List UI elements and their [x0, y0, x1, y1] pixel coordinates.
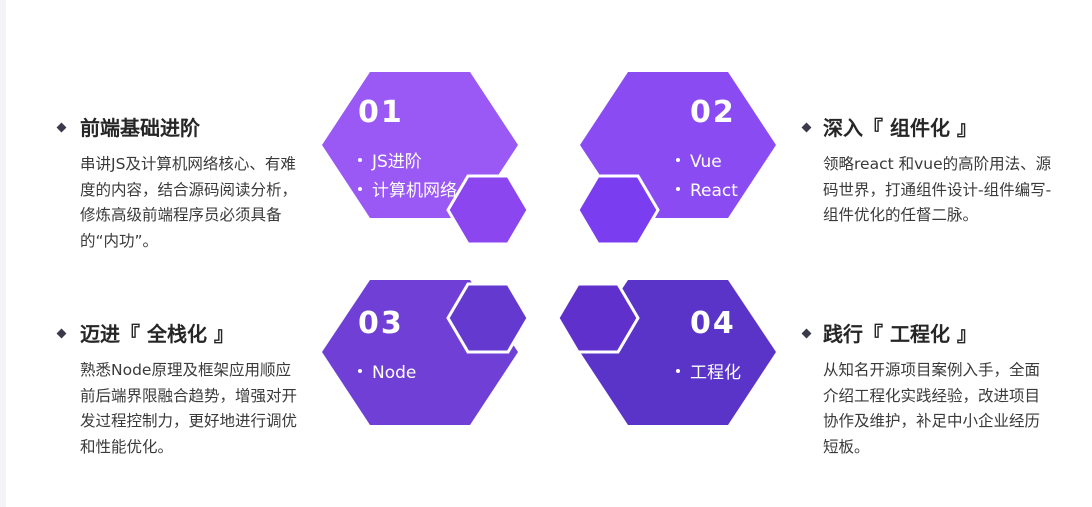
bullet-dot-icon	[676, 158, 680, 162]
hexagon-02: 02 Vue React	[676, 98, 738, 206]
feature-description: 从知名开源项目案例入手，全面介绍工程化实践经验，改进项目协作及维护，补足中小企业…	[823, 361, 1041, 456]
hexagon-04-item: 工程化	[676, 359, 741, 388]
feature-engineering: 践行『 工程化 』 从知名开源项目案例入手，全面介绍工程化实践经验，改进项目协作…	[801, 320, 1073, 460]
hexagon-01-item: JS进阶	[358, 148, 457, 177]
feature-description: 熟悉Node原理及框架应用顺应前后端界限融合趋势，增强对开发过程控制力，更好地进…	[80, 361, 298, 456]
bullet-dot-icon	[676, 187, 680, 191]
bullet-dot-icon	[358, 158, 362, 162]
hexagon-02-item: Vue	[676, 148, 738, 177]
hexagon-02-item: React	[676, 177, 738, 206]
hexagon-01-item: 计算机网络	[358, 177, 457, 206]
hexagon-02-number: 02	[690, 95, 736, 130]
hexagon-03-number: 03	[358, 306, 404, 341]
hexagon-03-item: Node	[358, 359, 416, 388]
feature-fullstack: 迈进『 全栈化 』 熟悉Node原理及框架应用顺应前后端界限融合趋势，增强对开发…	[56, 320, 330, 460]
hexagon-04: 04 工程化	[676, 309, 741, 388]
feature-description: 串讲JS及计算机网络核心、有难度的内容，结合源码阅读分析，修炼高级前端程序员必须…	[80, 155, 298, 250]
hexagon-01-number: 01	[358, 95, 404, 130]
feature-title: 前端基础进阶	[56, 114, 330, 142]
hexagon-04-number: 04	[690, 306, 736, 341]
feature-frontend-basics: 前端基础进阶 串讲JS及计算机网络核心、有难度的内容，结合源码阅读分析，修炼高级…	[56, 114, 330, 254]
bullet-dot-icon	[676, 369, 680, 373]
feature-componentization: 深入『 组件化 』 领略react 和vue的高阶用法、源码世界，打通组件设计-…	[801, 114, 1073, 229]
bullet-dot-icon	[358, 369, 362, 373]
bullet-dot-icon	[358, 187, 362, 191]
feature-title: 深入『 组件化 』	[801, 114, 1073, 142]
feature-description: 领略react 和vue的高阶用法、源码世界，打通组件设计-组件编写-组件优化的…	[823, 155, 1052, 224]
hexagon-03: 03 Node	[358, 309, 416, 388]
feature-title: 践行『 工程化 』	[801, 320, 1073, 348]
feature-title: 迈进『 全栈化 』	[56, 320, 330, 348]
hexagon-01: 01 JS进阶 计算机网络	[358, 98, 457, 206]
